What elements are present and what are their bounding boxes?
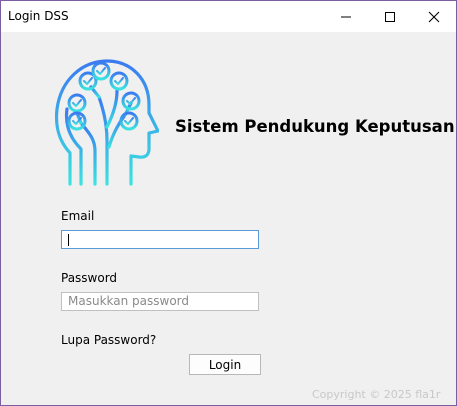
email-label: Email [61,209,95,223]
text-caret [68,234,69,246]
password-placeholder: Masukkan password [68,294,189,308]
copyright-text: Copyright © 2025 fla1r [312,388,441,401]
window-title: Login DSS [8,9,69,23]
minimize-icon [341,16,351,17]
forgot-password-link[interactable]: Lupa Password? [61,333,156,347]
maximize-button[interactable] [368,1,412,32]
maximize-icon [385,11,395,22]
minimize-button[interactable] [324,1,368,32]
password-field[interactable]: Masukkan password [61,292,259,311]
close-button[interactable] [412,1,456,32]
app-title: Sistem Pendukung Keputusan [175,117,455,136]
head-circuit-icon [55,59,159,186]
password-label: Password [61,271,118,285]
close-icon [428,11,440,22]
login-button[interactable]: Login [189,354,261,375]
title-bar[interactable]: Login DSS [1,1,456,32]
login-window: Login DSS Sistem Pendukung Keputusan Ema… [0,0,457,406]
email-field[interactable] [61,230,259,249]
